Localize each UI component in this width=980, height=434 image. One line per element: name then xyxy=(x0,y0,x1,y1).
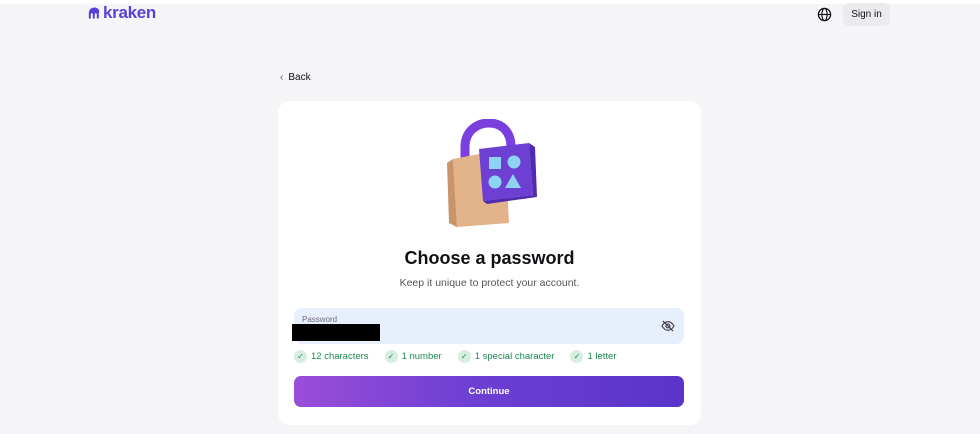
logo-text: kraken xyxy=(103,3,157,22)
back-label: Back xyxy=(288,72,311,83)
password-field[interactable]: Password xyxy=(292,308,684,344)
requirement-item: ✓ 12 characters xyxy=(294,350,369,363)
requirement-item: ✓ 1 letter xyxy=(570,350,616,363)
requirement-label: 1 special character xyxy=(474,351,555,362)
kraken-logo-icon xyxy=(88,7,100,19)
page-title: Choose a password xyxy=(404,248,575,268)
requirement-item: ✓ 1 number xyxy=(384,350,442,363)
kraken-logo[interactable]: kraken xyxy=(88,4,156,22)
chevron-left-icon: ‹ xyxy=(280,72,284,83)
sign-in-button[interactable]: Sign in xyxy=(843,3,890,26)
password-input[interactable] xyxy=(292,324,380,341)
page-subtitle: Keep it unique to protect your account. xyxy=(399,277,580,289)
eye-off-icon[interactable] xyxy=(661,320,675,332)
check-icon: ✓ xyxy=(457,350,471,363)
check-icon: ✓ xyxy=(384,350,398,363)
padlock-shapes-illustration xyxy=(447,119,537,227)
requirement-label: 1 number xyxy=(401,351,442,362)
requirement-label: 1 letter xyxy=(587,351,617,362)
password-card: Choose a password Keep it unique to prot… xyxy=(278,101,701,425)
password-requirements: ✓ 12 characters ✓ 1 number ✓ 1 special c… xyxy=(294,350,616,363)
requirement-label: 12 characters xyxy=(311,351,369,362)
back-link[interactable]: ‹ Back xyxy=(280,72,311,83)
globe-icon[interactable] xyxy=(817,7,832,22)
requirement-item: ✓ 1 special character xyxy=(457,350,555,363)
continue-button[interactable]: Continue xyxy=(294,376,684,407)
check-icon: ✓ xyxy=(570,350,584,363)
check-icon: ✓ xyxy=(294,350,307,363)
password-field-label: Password xyxy=(302,315,338,324)
